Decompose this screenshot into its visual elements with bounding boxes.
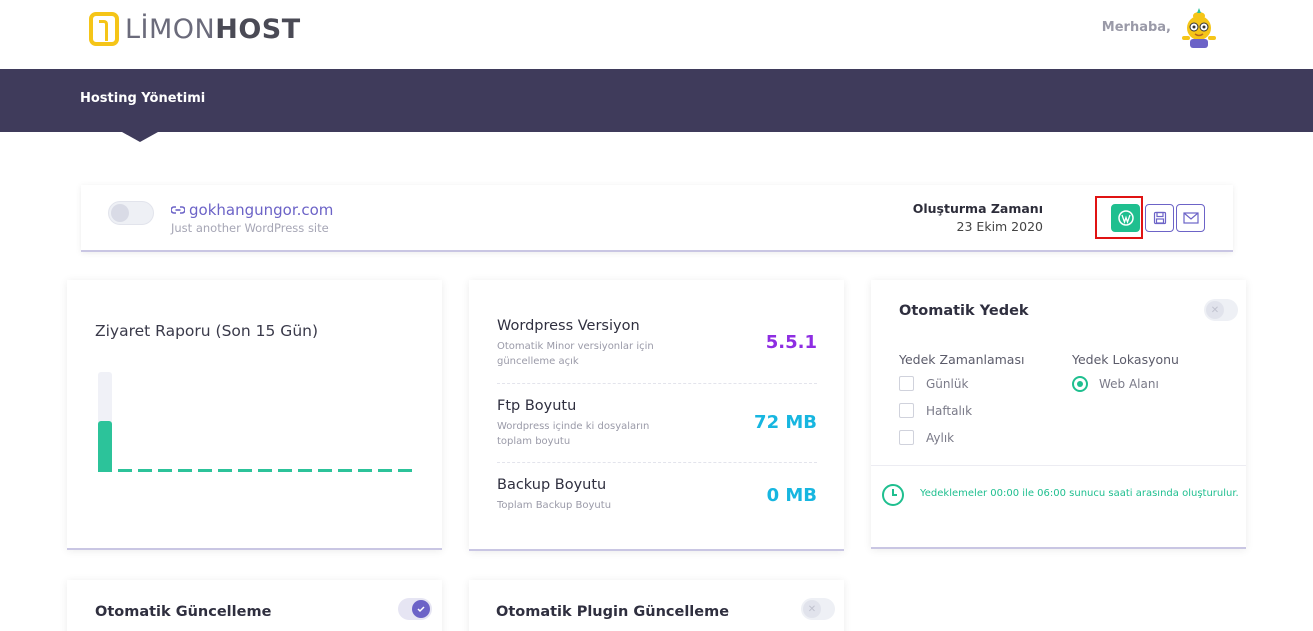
visit-report-title: Ziyaret Raporu (Son 15 Gün) [95,322,319,340]
auto-plugin-update-toggle[interactable]: ✕ [801,598,835,620]
stat-value: 72 MB [754,412,817,433]
backup-save-button[interactable] [1145,204,1174,232]
location-web-radio[interactable] [1072,376,1088,392]
stat-row-ftp-size: Ftp Boyutu Wordpress içinde ki dosyaları… [497,398,817,449]
stat-description: Toplam Backup Boyutu [497,500,612,511]
chart-bar [258,469,272,472]
auto-update-card: Otomatik Güncelleme [67,580,442,631]
chart-bar [138,469,152,472]
site-domain: gokhangungor.com [189,201,334,219]
chart-bar [198,469,212,472]
divider [871,465,1246,466]
auto-plugin-update-card: Otomatik Plugin Güncelleme ✕ [469,580,844,631]
stat-row-backup-size: Backup Boyutu Toplam Backup Boyutu 0 MB [497,477,817,513]
chart-bar [398,469,412,472]
close-icon: ✕ [803,600,821,618]
greeting-text: Merhaba, [1101,20,1171,35]
schedule-weekly-label: Haftalık [926,404,973,418]
divider [497,462,817,463]
stat-description: Otomatik Minor versiyonlar için güncelle… [497,341,654,367]
chart-bar [158,469,172,472]
created-label: Oluşturma Zamanı [912,201,1043,216]
auto-update-title: Otomatik Güncelleme [95,604,272,620]
chart-bar [98,421,112,472]
auto-backup-title: Otomatik Yedek [899,303,1029,319]
schedule-monthly-checkbox[interactable] [899,430,914,445]
logo-text-bold: HOST [215,13,301,45]
mail-button[interactable] [1176,204,1205,232]
auto-backup-toggle[interactable]: ✕ [1204,299,1238,321]
auto-update-toggle[interactable] [398,598,432,620]
nav-active-caret [122,132,158,142]
schedule-daily-checkbox[interactable] [899,376,914,391]
nav-item-hosting-management[interactable]: Hosting Yönetimi [80,91,205,106]
stat-description: Wordpress içinde ki dosyaların toplam bo… [497,421,650,447]
chart-bar [318,469,332,472]
chart-bar [178,469,192,472]
backup-note: Yedeklemeler 00:00 ile 06:00 sunucu saat… [920,488,1239,499]
chart-bar [378,469,392,472]
logo-text-light: LİMON [125,13,216,45]
check-icon [412,600,430,618]
chart-bar [118,469,132,472]
location-label: Yedek Lokasyonu [1072,352,1179,367]
envelope-icon [1182,212,1199,224]
chart-bar [238,469,252,472]
stat-value: 5.5.1 [765,332,817,353]
site-status-toggle[interactable] [108,201,154,225]
logo[interactable]: LİMONHOST [89,12,301,46]
stats-card: Wordpress Versiyon Otomatik Minor versiy… [469,280,844,551]
visit-report-card: Ziyaret Raporu (Son 15 Gün) [67,280,442,550]
auto-backup-card: Otomatik Yedek ✕ Yedek Zamanlaması Yedek… [871,280,1246,549]
chart-bar [298,469,312,472]
schedule-weekly-checkbox[interactable] [899,403,914,418]
close-icon: ✕ [1206,301,1224,319]
top-header: LİMONHOST Merhaba, [0,0,1313,69]
site-bar: gokhangungor.com Just another WordPress … [81,185,1233,252]
created-date: 23 Ekim 2020 [956,219,1043,234]
highlight-box [1095,196,1143,239]
clock-icon [882,484,904,506]
divider [497,383,817,384]
logo-text: LİMONHOST [125,14,301,45]
navbar: Hosting Yönetimi [0,69,1313,132]
schedule-label: Yedek Zamanlaması [899,352,1025,367]
chart-bar [358,469,372,472]
site-subtitle: Just another WordPress site [171,221,329,235]
schedule-daily-label: Günlük [926,377,969,391]
site-link[interactable]: gokhangungor.com [171,201,333,219]
chart-bar [338,469,352,472]
chart-bar [218,469,232,472]
chart-bar [278,469,292,472]
stat-value: 0 MB [766,485,817,506]
stat-row-wordpress-version: Wordpress Versiyon Otomatik Minor versiy… [497,318,817,369]
floppy-disk-icon [1153,211,1166,225]
avatar[interactable] [1178,6,1220,50]
schedule-monthly-label: Aylık [926,431,955,445]
logo-icon [89,12,119,46]
link-icon [171,206,185,214]
auto-plugin-update-title: Otomatik Plugin Güncelleme [496,604,730,620]
toggle-knob [111,204,129,222]
location-web-label: Web Alanı [1099,377,1159,391]
